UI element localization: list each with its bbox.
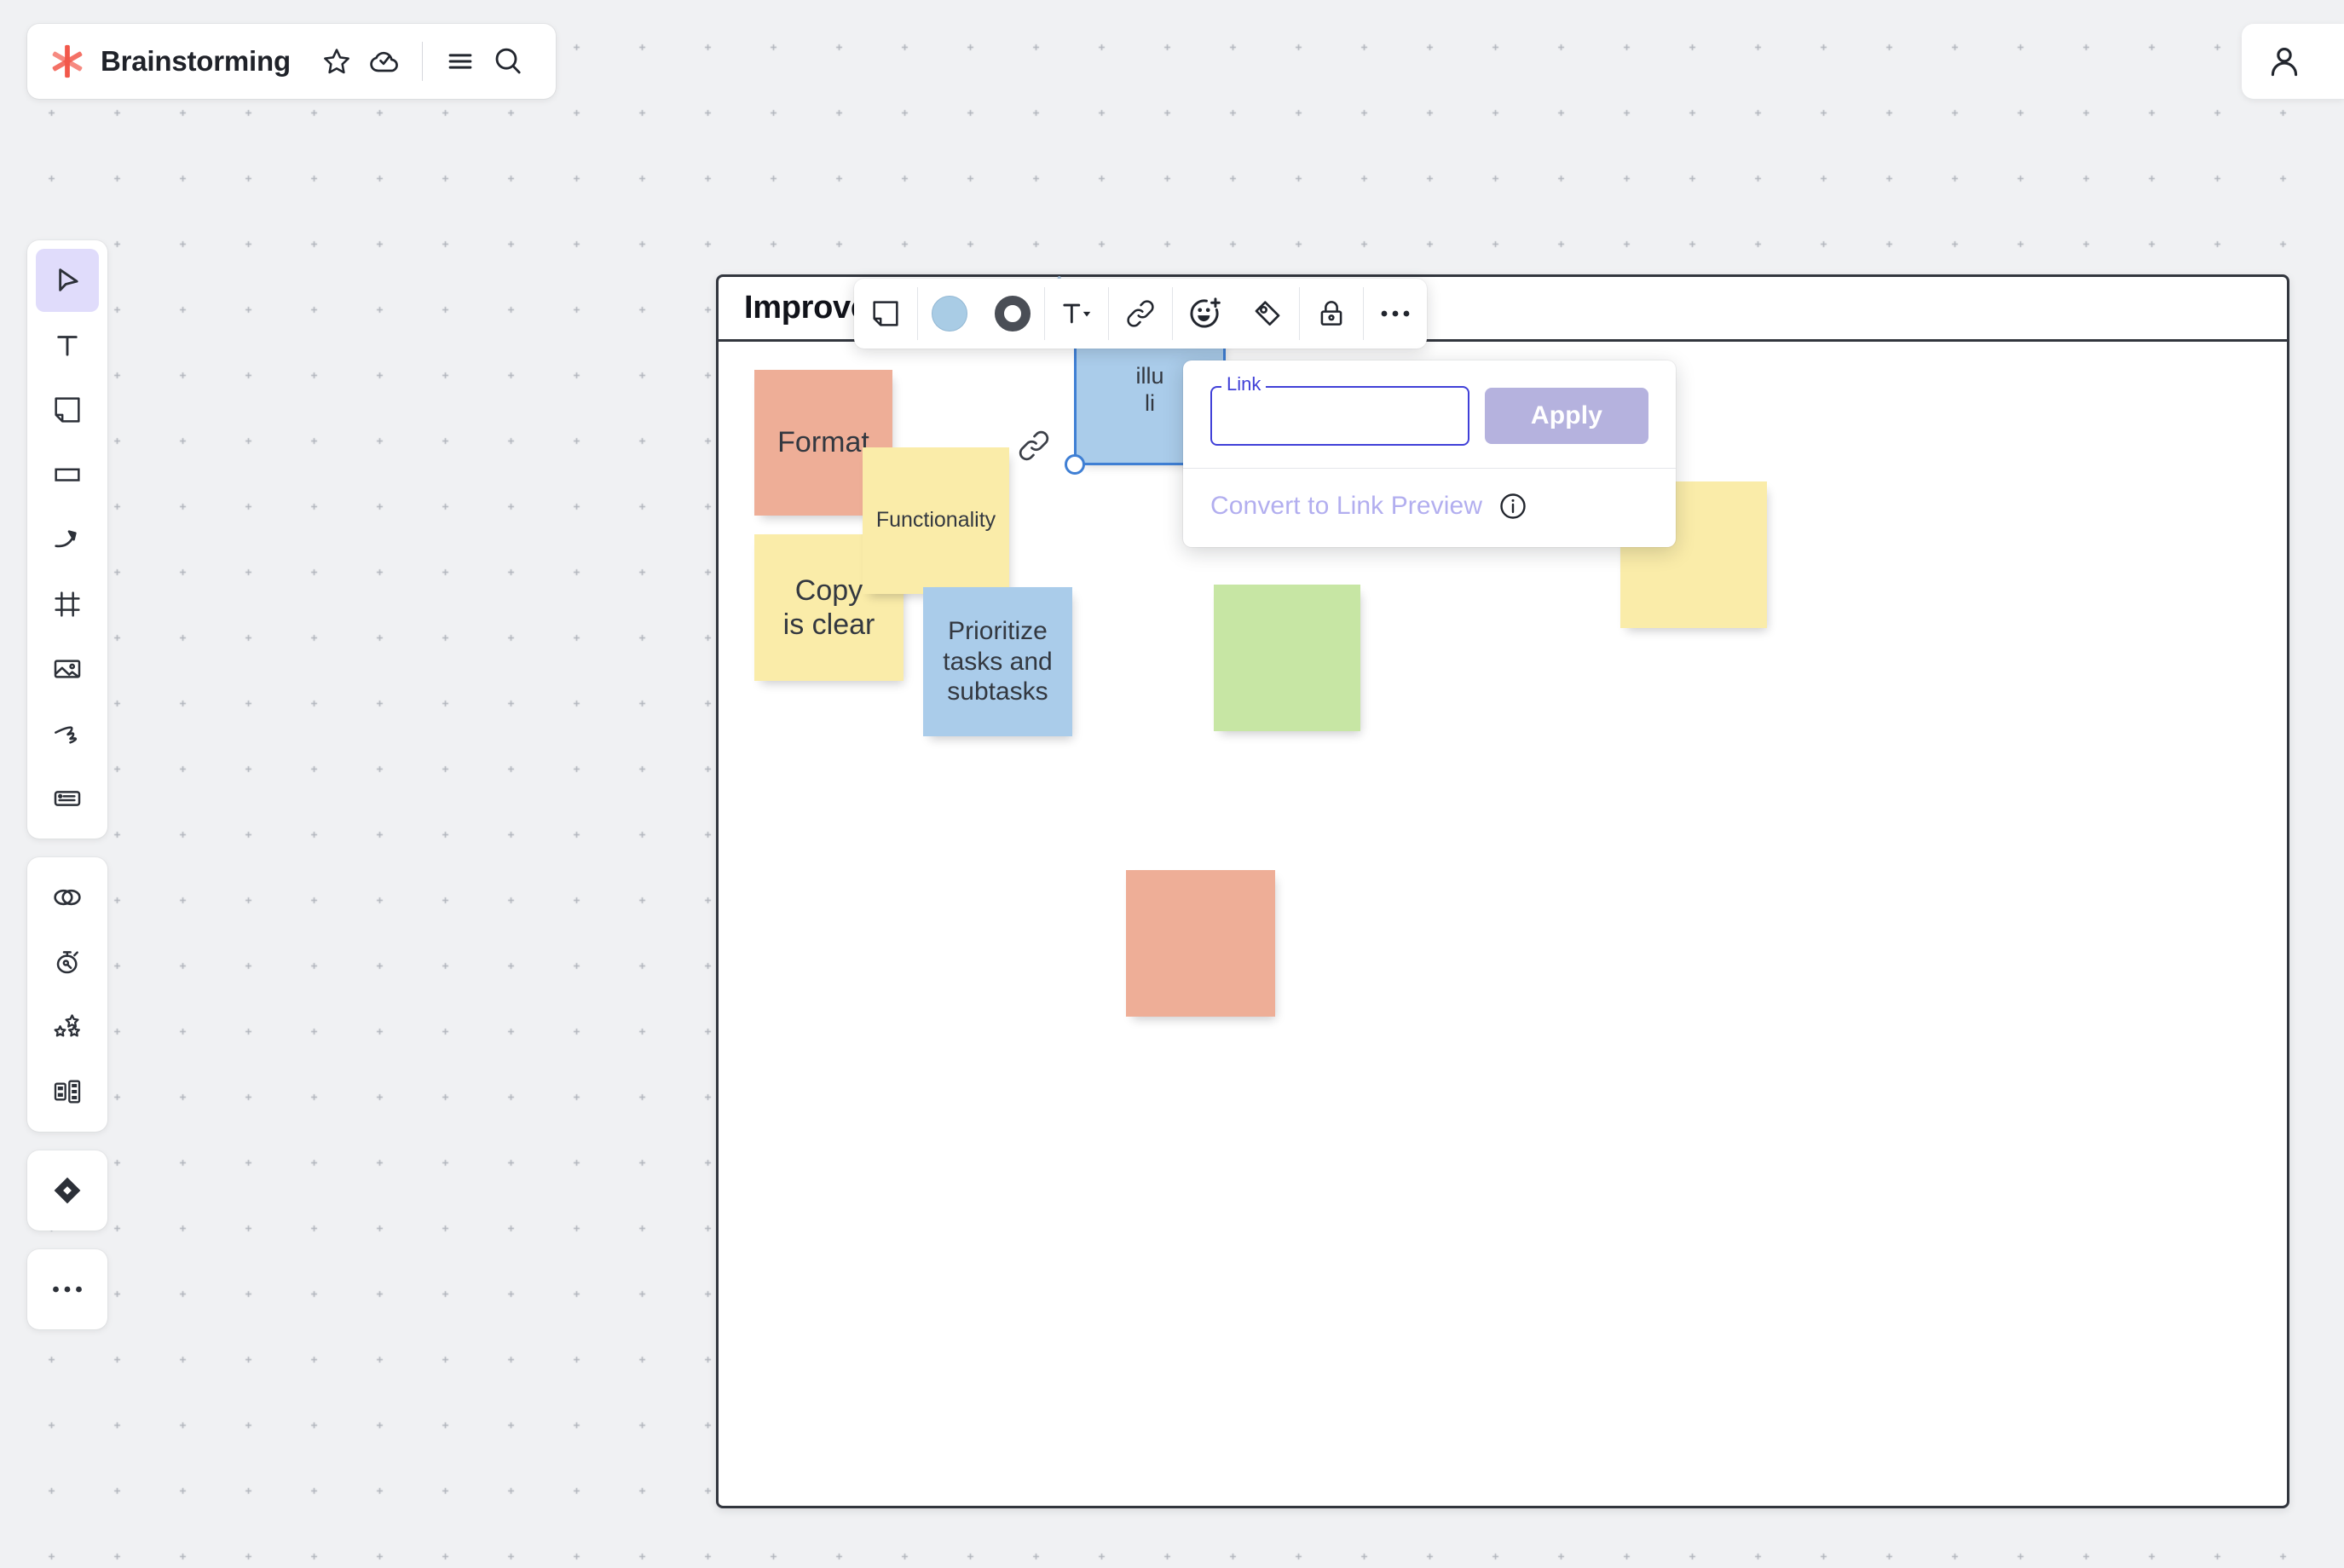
timer-tool[interactable] — [36, 931, 99, 994]
cloud-check-icon — [370, 51, 398, 72]
sticky-link-badge[interactable] — [1015, 427, 1053, 464]
sticky-note-prioritize[interactable]: Prioritize tasks and subtasks — [923, 587, 1072, 736]
sticky-note-green[interactable] — [1214, 585, 1360, 731]
upload-tool[interactable] — [36, 637, 99, 700]
user-person-icon — [2271, 47, 2298, 77]
sticky-shape-button[interactable] — [854, 279, 917, 349]
menu-button[interactable] — [436, 37, 484, 85]
cards-tool[interactable] — [36, 1060, 99, 1123]
frame-tool[interactable] — [36, 573, 99, 636]
image-icon — [54, 660, 81, 678]
templates-tool[interactable] — [36, 866, 99, 929]
comment-card-icon — [54, 791, 81, 806]
sticky-note-icon — [55, 397, 80, 423]
sticky-note-format-text: Format — [777, 426, 869, 459]
info-circle-icon[interactable] — [1498, 491, 1528, 522]
tool-group-apps — [27, 1150, 107, 1231]
star-icon — [324, 49, 349, 74]
sticky-context-toolbar[interactable] — [854, 279, 1427, 349]
more-tools[interactable] — [36, 1258, 99, 1321]
link-button[interactable] — [1109, 279, 1172, 349]
curved-arrow-icon — [55, 530, 77, 548]
miro-asterisk-logo[interactable] — [48, 42, 87, 81]
saved-status-button[interactable] — [361, 37, 408, 85]
link-chain-icon — [1019, 430, 1049, 461]
more-button[interactable] — [1364, 279, 1427, 349]
font-size-button[interactable] — [1045, 279, 1108, 349]
convert-to-link-preview-row[interactable]: Convert to Link Preview — [1183, 469, 1676, 547]
fill-color-button[interactable] — [918, 279, 981, 349]
lock-button[interactable] — [1300, 279, 1363, 349]
comment-tool[interactable] — [36, 767, 99, 830]
scribble-pen-icon — [55, 726, 78, 744]
board-title[interactable]: Brainstorming — [101, 45, 291, 78]
left-toolbar — [27, 240, 107, 1329]
emoji-plus-icon — [1190, 297, 1221, 328]
sticky-note-icon — [873, 301, 898, 326]
select-tool[interactable] — [36, 249, 99, 312]
reaction-button[interactable] — [1173, 279, 1236, 349]
more-dots-icon — [53, 1286, 82, 1293]
shape-tool[interactable] — [36, 443, 99, 506]
diamond-apps-icon — [54, 1177, 81, 1204]
text-size-icon — [1063, 303, 1091, 324]
sticky-note-salmon-bottom[interactable] — [1126, 870, 1275, 1017]
lock-icon — [1320, 301, 1342, 326]
connector-tool[interactable] — [36, 508, 99, 571]
app-bar: Brainstorming — [27, 24, 556, 99]
link-chain-icon — [1127, 300, 1154, 327]
voting-tool[interactable] — [36, 995, 99, 1058]
frame-icon — [55, 591, 80, 617]
venn-circles-icon — [54, 889, 81, 906]
apply-button[interactable]: Apply — [1485, 388, 1648, 444]
sticky-note-copy-text: Copy is clear — [782, 574, 875, 641]
share-panel[interactable] — [2242, 24, 2344, 99]
apps-tool[interactable] — [36, 1159, 99, 1222]
more-dots-icon — [1381, 310, 1410, 317]
sticky-note-tool[interactable] — [36, 378, 99, 441]
tag-icon — [1255, 301, 1280, 326]
color-swatch-icon — [932, 296, 967, 331]
resize-handle-bottom-left[interactable] — [1065, 454, 1085, 475]
cursor-arrow-icon — [59, 268, 78, 291]
convert-to-link-preview-label: Convert to Link Preview — [1210, 492, 1483, 520]
link-popover[interactable]: Link Apply Convert to Link Preview — [1183, 360, 1676, 547]
sticky-note-functionality[interactable]: Functionality — [863, 447, 1009, 594]
link-input[interactable] — [1210, 386, 1469, 446]
text-tool[interactable] — [36, 314, 99, 377]
hamburger-menu-icon — [448, 54, 472, 69]
sticky-note-functionality-text: Functionality — [875, 508, 996, 533]
app-bar-divider — [421, 42, 423, 81]
link-input-row: Link Apply — [1183, 360, 1676, 468]
stopwatch-icon — [56, 951, 78, 974]
favorite-button[interactable] — [313, 37, 361, 85]
tag-button[interactable] — [1236, 279, 1299, 349]
color-ring-icon — [995, 296, 1031, 331]
three-stars-icon — [54, 1014, 80, 1037]
rectangle-icon — [55, 468, 80, 481]
text-color-button[interactable] — [981, 279, 1044, 349]
sticky-note-prioritize-text: Prioritize tasks and subtasks — [943, 617, 1053, 706]
tool-group-create — [27, 240, 107, 839]
link-field-wrapper: Link — [1210, 375, 1469, 446]
tool-group-collaboration — [27, 857, 107, 1132]
text-t-icon — [57, 336, 78, 356]
search-button[interactable] — [484, 37, 532, 85]
kanban-cards-icon — [54, 1080, 81, 1104]
search-icon — [495, 48, 521, 74]
pen-tool[interactable] — [36, 702, 99, 765]
sticky-note-selected-text: illu li — [1135, 362, 1164, 416]
tool-group-more — [27, 1249, 107, 1329]
